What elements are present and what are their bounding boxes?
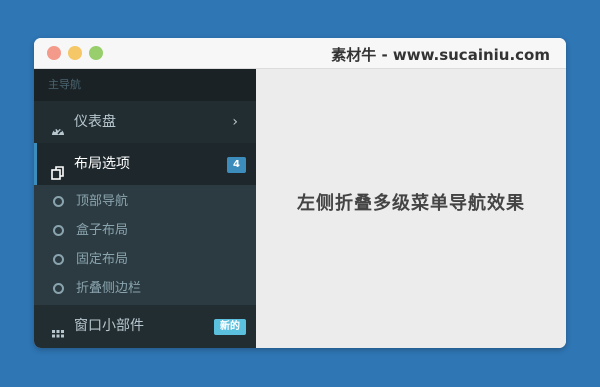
submenu-item-label: 顶部导航 bbox=[76, 194, 129, 209]
sidebar-item-label: 窗口小部件 bbox=[74, 318, 144, 334]
sidebar-item-widgets[interactable]: 窗口小部件 新的 bbox=[34, 305, 256, 347]
window-title: 素材牛 - www.sucainiu.com bbox=[331, 46, 550, 64]
title-bar: 素材牛 - www.sucainiu.com bbox=[34, 38, 566, 69]
new-badge: 新的 bbox=[214, 319, 246, 335]
sidebar-item-label: 布局选项 bbox=[74, 156, 130, 172]
submenu-item-boxed-layout[interactable]: 盒子布局 bbox=[34, 216, 256, 245]
sidebar-item-layout-options[interactable]: 布局选项 4 bbox=[34, 143, 256, 185]
submenu-item-collapsed-sidebar[interactable]: 折叠侧边栏 bbox=[34, 274, 256, 303]
submenu: 顶部导航 盒子布局 固定布局 折叠侧边栏 bbox=[34, 185, 256, 305]
sidebar-header: 主导航 bbox=[34, 69, 256, 101]
minimize-window-button[interactable] bbox=[68, 46, 82, 60]
sidebar: 主导航 仪表盘 › 布局选项 4 顶部导航 盒子布局 固定布局 折叠侧边栏 窗口… bbox=[34, 69, 256, 348]
chevron-right-icon: › bbox=[232, 114, 238, 130]
submenu-item-label: 折叠侧边栏 bbox=[76, 281, 142, 296]
circle-icon bbox=[53, 283, 64, 294]
main-content: 左侧折叠多级菜单导航效果 bbox=[256, 69, 566, 348]
copy-icon bbox=[50, 156, 66, 180]
sidebar-item-dashboard[interactable]: 仪表盘 › bbox=[34, 101, 256, 143]
circle-icon bbox=[53, 254, 64, 265]
submenu-item-label: 固定布局 bbox=[76, 252, 129, 267]
browser-window: 素材牛 - www.sucainiu.com 主导航 仪表盘 › 布局选项 4 … bbox=[34, 38, 566, 348]
submenu-item-label: 盒子布局 bbox=[76, 223, 129, 238]
count-badge: 4 bbox=[227, 157, 246, 173]
circle-icon bbox=[53, 196, 64, 207]
main-heading: 左侧折叠多级菜单导航效果 bbox=[297, 193, 525, 214]
submenu-item-top-nav[interactable]: 顶部导航 bbox=[34, 187, 256, 216]
sidebar-item-label: 仪表盘 bbox=[74, 114, 116, 130]
submenu-item-fixed-layout[interactable]: 固定布局 bbox=[34, 245, 256, 274]
dashboard-icon bbox=[50, 114, 66, 135]
close-window-button[interactable] bbox=[47, 46, 61, 60]
maximize-window-button[interactable] bbox=[89, 46, 103, 60]
circle-icon bbox=[53, 225, 64, 236]
grid-icon bbox=[50, 318, 66, 338]
